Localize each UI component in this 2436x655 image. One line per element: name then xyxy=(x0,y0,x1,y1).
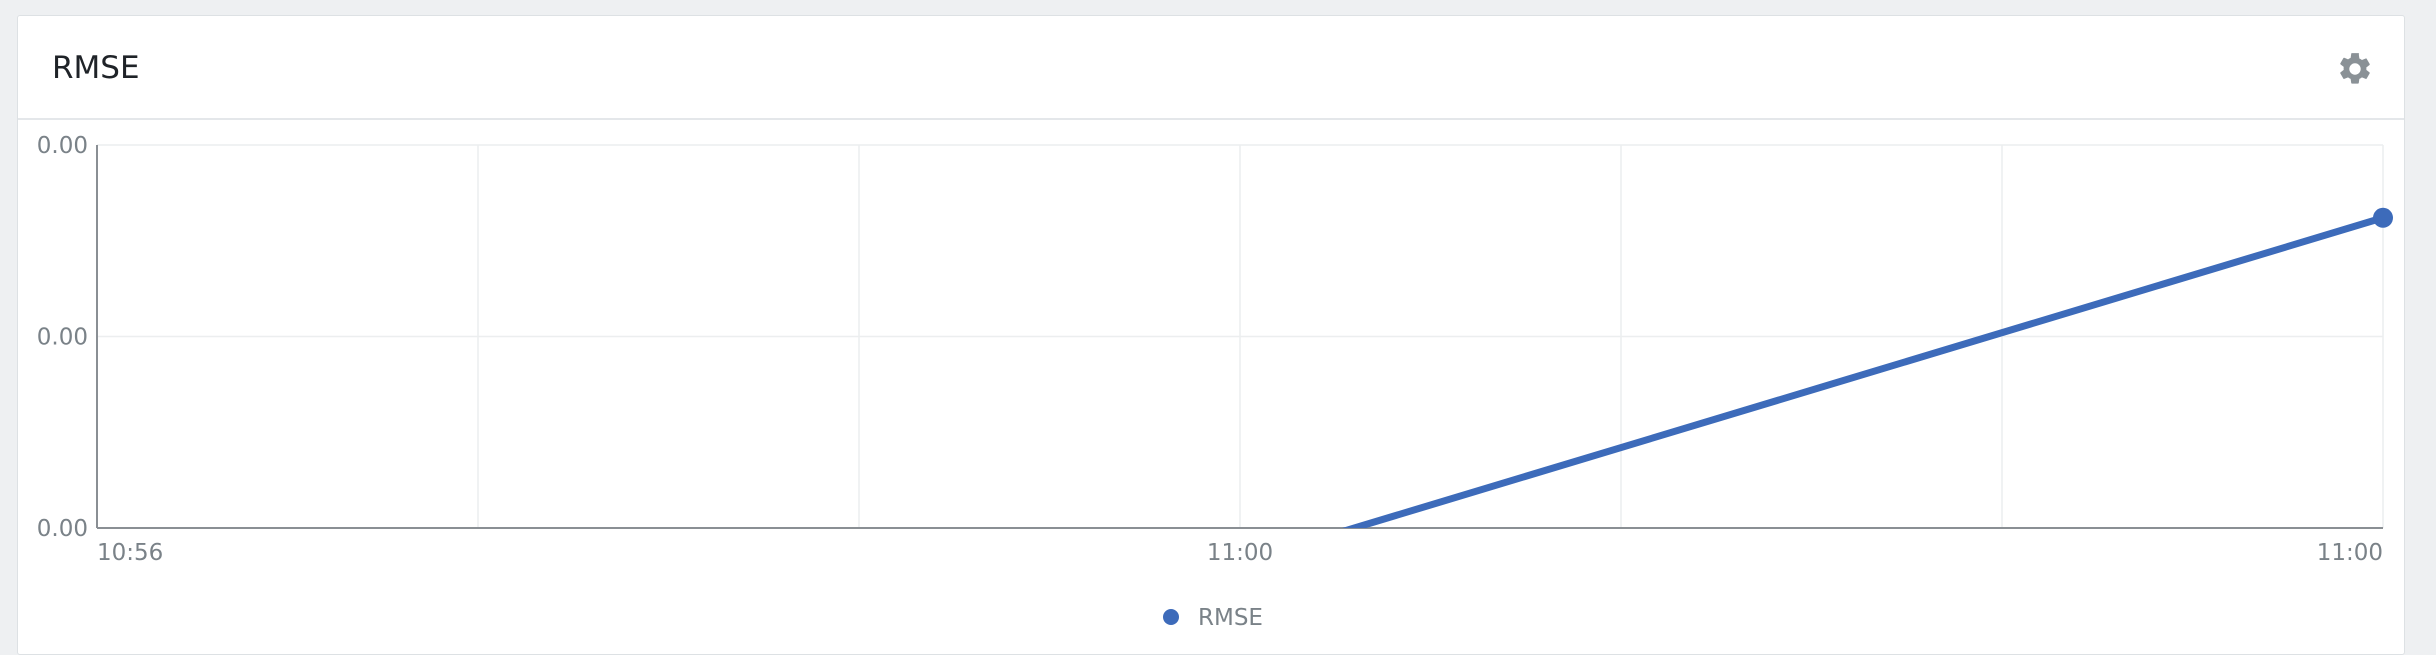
data-point[interactable] xyxy=(2373,207,2393,228)
x-tick-label: 10:56 xyxy=(97,540,163,566)
x-tick-label: 11:00 xyxy=(2317,540,2383,566)
grid-layer xyxy=(97,144,2384,529)
x-tick-label: 11:00 xyxy=(1207,540,1273,566)
series-line-rmse xyxy=(1342,214,2387,528)
series-layer xyxy=(1342,207,2393,528)
legend-marker-rmse[interactable] xyxy=(1163,609,1179,625)
rmse-line-chart: 0.00 0.00 0.00 10:56 11:00 11:00 RMSE xyxy=(37,133,2393,631)
y-tick-labels: 0.00 0.00 0.00 xyxy=(37,133,88,542)
x-tick-labels: 10:56 11:00 11:00 xyxy=(97,540,2383,566)
y-tick-label: 0.00 xyxy=(37,325,88,351)
y-tick-label: 0.00 xyxy=(37,133,88,159)
legend[interactable]: RMSE xyxy=(1163,605,1263,631)
y-tick-label: 0.00 xyxy=(37,516,88,542)
legend-label-rmse[interactable]: RMSE xyxy=(1198,605,1263,631)
